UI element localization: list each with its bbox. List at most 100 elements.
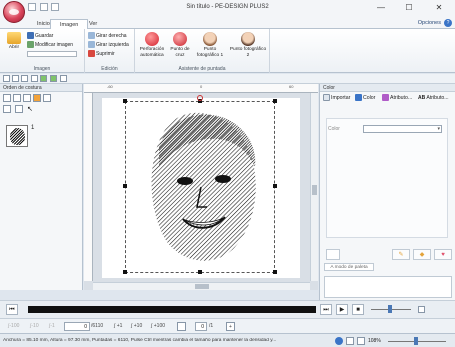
minimize-button[interactable]: — (370, 0, 392, 17)
punto-fotografico-1-button[interactable]: Punto fotográfico 1 (193, 32, 227, 58)
group-icon[interactable] (3, 105, 11, 113)
punto-cruz-label: Punto de cruz (170, 47, 190, 58)
ribbon-group-asistente: Perforación automática Punto de cruz Pun… (135, 29, 270, 73)
ungroup-icon[interactable] (15, 105, 23, 113)
abrir-button[interactable]: Abrir (4, 32, 24, 51)
save-icon[interactable] (21, 75, 28, 82)
title-bar: Sin título - PE-DESIGN PLUS2 — ☐ ✕ (0, 0, 455, 17)
next-color-icon[interactable]: + (226, 322, 235, 331)
tab-atributo-2[interactable]: AB Atributo... (418, 94, 449, 103)
ruler-tick: -60 (107, 84, 113, 89)
ruler-tick: 60 (289, 84, 294, 89)
resize-handle[interactable] (123, 270, 127, 274)
step-back-1-button[interactable]: ∫-1 (49, 322, 55, 331)
modificar-imagen-button[interactable]: Modificar imagen (27, 41, 73, 49)
step-back-100-button[interactable]: ∫-100 (8, 322, 19, 331)
girar-izquierda-button[interactable]: Girar izquierda (88, 41, 129, 49)
options-menu[interactable]: Opciones (418, 20, 441, 26)
color-swatch-button[interactable] (326, 249, 340, 260)
status-grid-icon[interactable] (346, 337, 354, 345)
perforacion-automatica-button[interactable]: Perforación automática (137, 32, 167, 58)
simulator-progress-track[interactable] (28, 306, 316, 313)
play-icon[interactable]: ▶ (336, 304, 348, 315)
color-jump-icon[interactable] (177, 322, 186, 331)
close-button[interactable]: ✕ (428, 0, 450, 17)
realistic-view-icon[interactable] (50, 75, 57, 82)
highlight-icon[interactable] (33, 94, 41, 102)
grid-icon[interactable] (60, 75, 67, 82)
zoom-slider-knob[interactable] (414, 337, 418, 345)
color-dropdown[interactable]: ▾ (363, 125, 442, 133)
tab-importar[interactable]: Importar (323, 94, 350, 103)
photo-portrait-icon (203, 32, 217, 46)
resize-handle[interactable] (273, 184, 277, 188)
open-icon[interactable] (12, 75, 19, 82)
design-page[interactable] (102, 95, 300, 278)
atributo2-label: Atributo... (426, 95, 449, 101)
status-view-icon[interactable] (335, 337, 343, 345)
sewing-order-toolbar (3, 94, 81, 103)
rotate-right-icon (88, 32, 95, 40)
palette-mode-button[interactable]: A modo de paleta (324, 263, 374, 271)
application-menu-button[interactable] (3, 1, 25, 23)
resize-handle[interactable] (123, 99, 127, 103)
girar-derecha-label: Girar derecha (96, 33, 127, 39)
horizontal-ruler: -60 0 60 (84, 84, 318, 93)
color-icon[interactable] (23, 94, 31, 102)
guardar-label: Guardar (35, 33, 54, 39)
thread-icon[interactable]: ✎ (392, 249, 410, 260)
folder-icon (7, 32, 21, 44)
help-icon[interactable]: ? (444, 19, 452, 27)
pointer-icon[interactable]: ↖ (27, 105, 35, 113)
transparency-slider[interactable] (27, 51, 77, 57)
rotate-handle[interactable] (197, 95, 203, 101)
resize-handle[interactable] (123, 184, 127, 188)
status-fit-icon[interactable] (357, 337, 365, 345)
stitch-position-input[interactable]: 0 (64, 322, 90, 331)
step-forward-100-button[interactable]: ∫ +100 (151, 322, 165, 331)
girar-derecha-button[interactable]: Girar derecha (88, 32, 127, 40)
horizontal-scrollbar[interactable] (93, 282, 310, 290)
speed-slider-knob[interactable] (388, 305, 392, 313)
undo-icon[interactable] (31, 75, 38, 82)
heart-icon[interactable]: ♥ (434, 249, 452, 260)
importar-label: Importar (331, 95, 351, 101)
tab-color[interactable]: Color (355, 94, 375, 103)
ribbon-group-edicion: Girar derecha Girar izquierda Suprimir E… (85, 29, 135, 73)
punto-fotografico-2-button[interactable]: Punto fotográfico 2 (229, 32, 267, 58)
stitch-simulator-icon[interactable] (40, 75, 47, 82)
tab-atributo-1[interactable]: Atributo... (382, 94, 412, 103)
resize-handle[interactable] (198, 270, 202, 274)
stop-icon[interactable]: ■ (352, 304, 364, 315)
tab-ver[interactable]: Ver (80, 19, 106, 29)
move-icon[interactable] (43, 94, 51, 102)
app-window: Sin título - PE-DESIGN PLUS2 — ☐ ✕ Inici… (0, 0, 455, 347)
atributo1-label: Atributo... (390, 95, 413, 101)
suprimir-button[interactable]: Suprimir (88, 50, 115, 58)
step-forward-1-button[interactable]: ∫ +1 (114, 322, 122, 331)
color-position-input[interactable]: 0 (195, 322, 207, 331)
guardar-button[interactable]: Guardar (27, 32, 53, 40)
stitch-simulator-bar: ⏮ ⏭ ▶ ■ (0, 300, 455, 318)
stitch-icon[interactable] (13, 94, 21, 102)
zoom-icon[interactable] (3, 94, 11, 102)
thumbnail-number: 1 (31, 125, 35, 131)
maximize-button[interactable]: ☐ (398, 0, 420, 17)
vertical-scroll-thumb[interactable] (312, 185, 317, 195)
new-icon[interactable] (3, 75, 10, 82)
group-label-asistente: Asistente de puntada (178, 66, 226, 72)
fill-icon[interactable]: ◆ (413, 249, 431, 260)
foto2-label: Punto fotográfico 2 (229, 47, 267, 58)
step-forward-10-button[interactable]: ∫ +10 (131, 322, 142, 331)
horizontal-scroll-thumb[interactable] (195, 284, 209, 289)
vertical-scrollbar[interactable] (310, 93, 318, 281)
realistic-checkbox[interactable] (418, 306, 425, 313)
resize-handle[interactable] (273, 99, 277, 103)
step-back-10-button[interactable]: ∫-10 (30, 322, 39, 331)
go-to-start-icon[interactable]: ⏮ (6, 304, 18, 315)
step1-label: +1 (116, 323, 123, 329)
punto-de-cruz-button[interactable]: Punto de cruz (169, 32, 191, 58)
go-to-end-icon[interactable]: ⏭ (320, 304, 332, 315)
resize-handle[interactable] (273, 270, 277, 274)
sewing-order-thumbnail[interactable] (6, 125, 28, 147)
